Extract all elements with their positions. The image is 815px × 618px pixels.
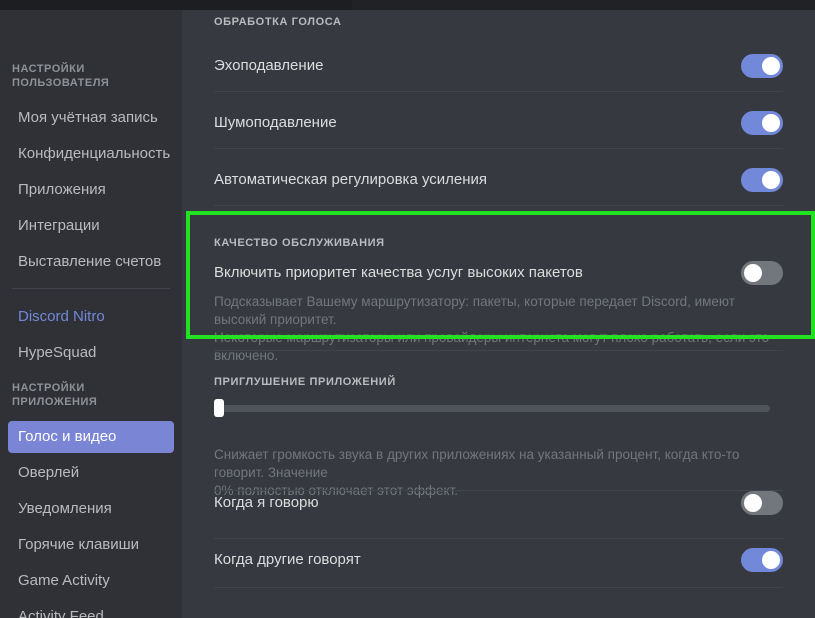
automatic-gain-control-label: Автоматическая регулировка усиления (214, 170, 487, 190)
echo-cancellation-toggle[interactable] (741, 54, 783, 78)
when-i-speak-label: Когда я говорю (214, 493, 319, 513)
sidebar-item-game-activity[interactable]: Game Activity (8, 565, 174, 597)
automatic-gain-control-toggle[interactable] (741, 168, 783, 192)
sidebar-item-billing[interactable]: Выставление счетов (8, 246, 174, 278)
sidebar-item-voice-and-video[interactable]: Голос и видео (8, 421, 174, 453)
sidebar-spacer (0, 373, 182, 381)
sidebar-item-keybinds[interactable]: Горячие клавиши (8, 529, 174, 561)
sidebar-item-applications[interactable]: Приложения (8, 174, 174, 206)
echo-cancellation-label: Эхоподавление (214, 56, 323, 76)
qos-high-packet-priority-row: Включить приоритет качества услуг высоки… (214, 261, 783, 285)
toggle-knob (762, 551, 780, 569)
titlebar-left-pane (0, 0, 352, 10)
sidebar-item-my-account[interactable]: Моя учётная запись (8, 102, 174, 134)
sidebar-item-notifications[interactable]: Уведомления (8, 493, 174, 525)
settings-sidebar: НАСТРОЙКИ ПОЛЬЗОВАТЕЛЯ Моя учётная запис… (0, 10, 182, 618)
noise-suppression-label: Шумоподавление (214, 113, 337, 133)
sidebar-item-integrations[interactable]: Интеграции (8, 210, 174, 242)
toggle-knob (744, 494, 762, 512)
echo-cancellation-row: Эхоподавление (214, 54, 783, 78)
qos-high-packet-priority-toggle[interactable] (741, 261, 783, 285)
toggle-knob (762, 57, 780, 75)
when-others-speak-row: Когда другие говорят (214, 548, 783, 572)
qos-description-line-1: Подсказывает Вашему маршрутизатору: паке… (214, 293, 776, 329)
attenuation-description-line-1: Снижает громкость звука в других приложе… (214, 446, 776, 482)
automatic-gain-control-row: Автоматическая регулировка усиления (214, 168, 783, 192)
divider-after-qos (214, 350, 783, 351)
qos-description-line-2: Некоторые маршрутизаторы или провайдеры … (214, 329, 776, 365)
toggle-knob (744, 264, 762, 282)
sidebar-item-overlay[interactable]: Оверлей (8, 457, 174, 489)
settings-content-panel: ОБРАБОТКА ГОЛОСА Эхоподавление Шумоподав… (182, 10, 815, 618)
sidebar-section-header-user: НАСТРОЙКИ ПОЛЬЗОВАТЕЛЯ (0, 62, 182, 90)
window-titlebar (0, 0, 815, 10)
attenuation-slider[interactable] (214, 399, 770, 417)
sidebar-item-discord-nitro[interactable]: Discord Nitro (8, 301, 174, 333)
qos-description: Подсказывает Вашему маршрутизатору: паке… (214, 293, 794, 365)
attenuation-slider-control[interactable] (214, 399, 770, 417)
divider-after-noise-suppression (214, 148, 783, 149)
attenuation-header: ПРИГЛУШЕНИЕ ПРИЛОЖЕНИЙ (214, 375, 396, 389)
slider-thumb[interactable] (214, 399, 224, 417)
noise-suppression-row: Шумоподавление (214, 111, 783, 135)
discord-settings-window: НАСТРОЙКИ ПОЛЬЗОВАТЕЛЯ Моя учётная запис… (0, 0, 815, 618)
sidebar-item-activity-feed[interactable]: Activity Feed (8, 601, 174, 618)
divider-after-echo-cancellation (214, 91, 783, 92)
when-i-speak-toggle[interactable] (741, 491, 783, 515)
when-others-speak-toggle[interactable] (741, 548, 783, 572)
voice-processing-header: ОБРАБОТКА ГОЛОСА (214, 15, 342, 29)
divider-after-when-i-speak (214, 538, 783, 539)
toggle-knob (762, 171, 780, 189)
divider-after-when-others-speak (214, 587, 783, 588)
sidebar-divider-1 (12, 288, 170, 289)
sidebar-item-privacy[interactable]: Конфиденциальность (8, 138, 174, 170)
divider-after-agc (214, 205, 783, 206)
when-others-speak-label: Когда другие говорят (214, 550, 361, 570)
qos-high-packet-priority-label: Включить приоритет качества услуг высоки… (214, 263, 583, 283)
qos-header: КАЧЕСТВО ОБСЛУЖИВАНИЯ (214, 236, 385, 250)
noise-suppression-toggle[interactable] (741, 111, 783, 135)
sidebar-item-hypesquad[interactable]: HypeSquad (8, 337, 174, 369)
when-i-speak-row: Когда я говорю (214, 491, 783, 515)
sidebar-section-header-app: НАСТРОЙКИ ПРИЛОЖЕНИЯ (0, 381, 182, 409)
toggle-knob (762, 114, 780, 132)
slider-track (214, 405, 770, 412)
